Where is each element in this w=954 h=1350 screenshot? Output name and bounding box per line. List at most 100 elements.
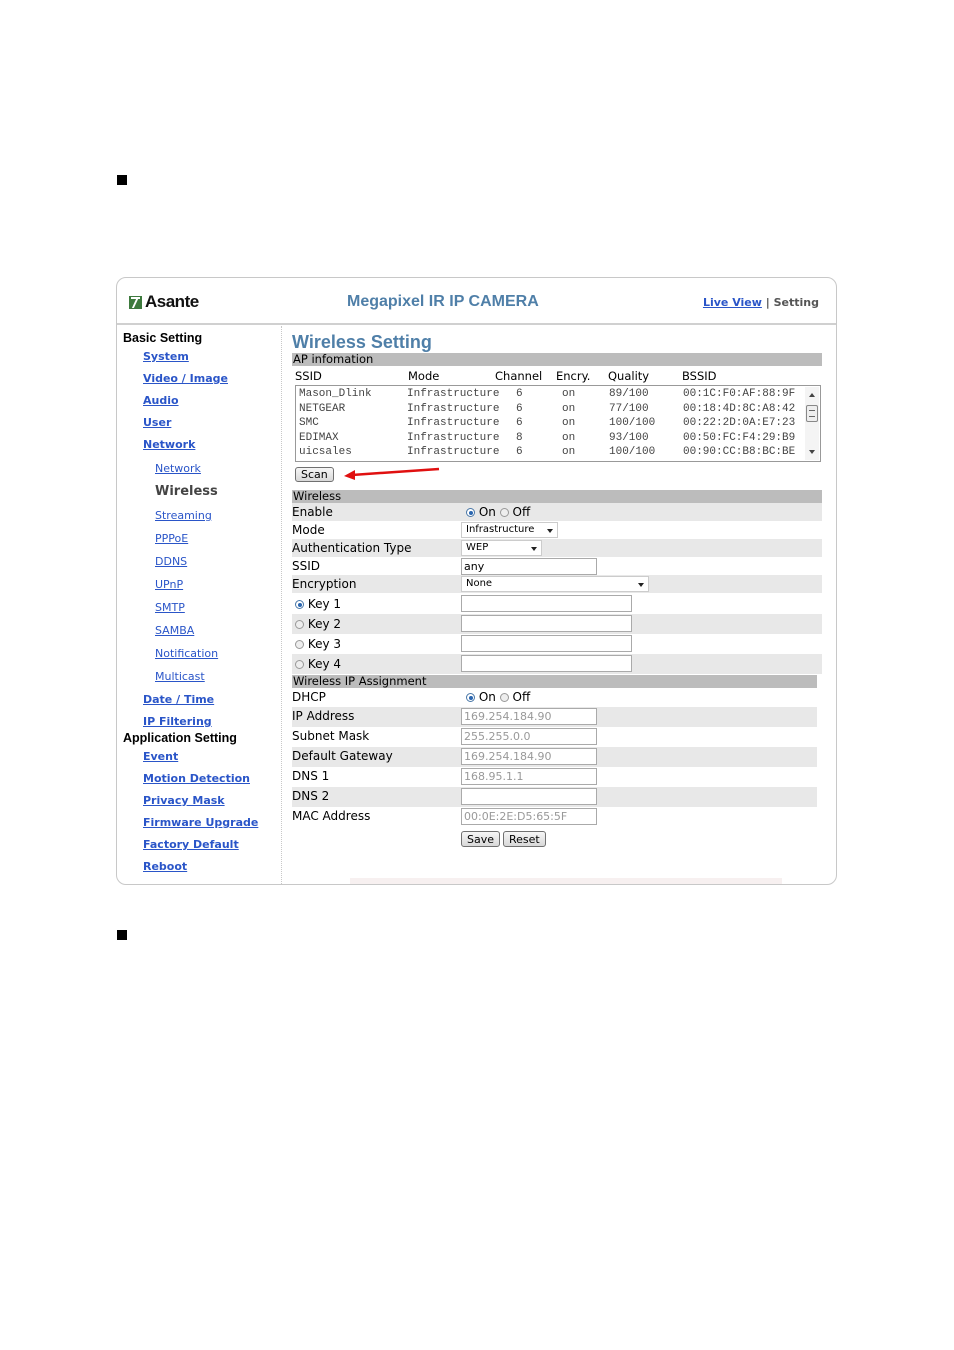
key-2-input[interactable] [461, 615, 632, 632]
sidebar-item-system[interactable]: System [143, 350, 189, 363]
scroll-thumb[interactable] [806, 405, 818, 422]
save-button[interactable]: Save [461, 831, 501, 847]
sidebar-subitem-samba[interactable]: SAMBA [155, 624, 194, 637]
sidebar-subitem-wireless-active: Wireless [155, 484, 218, 499]
key-1-radio[interactable] [295, 600, 304, 609]
key-2-option: Key 2 [295, 615, 341, 633]
key-4-radio[interactable] [295, 660, 304, 669]
ap-channel: 8 [516, 431, 523, 444]
row-dhcp: DHCP On Off [292, 688, 817, 706]
logo: Asante [129, 292, 199, 312]
dhcp-off-radio[interactable] [499, 693, 509, 702]
dhcp-label: DHCP [292, 690, 326, 704]
sidebar-heading-basic: Basic Setting [123, 331, 203, 345]
ap-encryption: on [562, 388, 576, 400]
sidebar-item-event[interactable]: Event [143, 750, 178, 763]
bullet-marker [117, 175, 127, 185]
nav-separator: | [765, 296, 770, 309]
ssid-input[interactable]: any [461, 558, 597, 575]
ap-quality: 100/100 [609, 446, 656, 458]
sidebar-item-date-time[interactable]: Date / Time [143, 693, 214, 706]
row-key-4: Key 4 [292, 654, 822, 674]
ap-bssid: 00:22:2D:0A:E7:23 [683, 417, 796, 429]
key-1-input[interactable] [461, 595, 632, 612]
section-wireless: Wireless [292, 490, 822, 503]
enable-off-radio[interactable] [499, 508, 509, 517]
col-header-ssid: SSID [295, 369, 322, 383]
col-header-mode: Mode [408, 369, 440, 383]
sidebar-subitem-smtp[interactable]: SMTP [155, 601, 185, 614]
sidebar-item-motion-detection[interactable]: Motion Detection [143, 772, 250, 785]
key-2-radio[interactable] [295, 620, 304, 629]
key-1-option: Key 1 [295, 595, 341, 613]
ap-encryption: on [562, 446, 576, 458]
sidebar-subitem-pppoe[interactable]: PPPoE [155, 532, 188, 545]
header: Asante Megapixel IR IP CAMERA Live View … [117, 278, 836, 325]
sidebar-item-video-image[interactable]: Video / Image [143, 372, 228, 385]
default-gateway-input[interactable]: 169.254.184.90 [461, 748, 597, 765]
ip-address-input[interactable]: 169.254.184.90 [461, 708, 597, 725]
enable-label: Enable [292, 505, 333, 519]
row-encryption: Encryption None [292, 575, 822, 593]
ap-ssid: EDIMAX [299, 431, 339, 444]
bullet-marker [117, 930, 127, 940]
encryption-label: Encryption [292, 577, 357, 591]
sidebar-item-reboot[interactable]: Reboot [143, 860, 187, 873]
sidebar-item-firmware-upgrade[interactable]: Firmware Upgrade [143, 816, 258, 829]
ap-list[interactable]: Mason_Dlink Infrastructure 6 on 89/100 00:1C:… [295, 385, 821, 462]
encryption-value: None [466, 578, 493, 589]
ap-mode: Infrastructure [407, 388, 500, 400]
ap-mode: Infrastructure [407, 446, 500, 458]
sidebar-item-ip-filtering[interactable]: IP Filtering [143, 715, 212, 728]
sidebar-item-audio[interactable]: Audio [143, 394, 179, 407]
logo-text: Asante [145, 292, 199, 311]
reset-button[interactable]: Reset [503, 831, 546, 847]
key-2-label: Key 2 [307, 617, 342, 631]
sidebar-item-factory-default[interactable]: Factory Default [143, 838, 239, 851]
ap-list-scrollbar[interactable] [805, 387, 819, 460]
dns-2-label: DNS 2 [292, 789, 330, 803]
sidebar-item-network[interactable]: Network [143, 438, 195, 451]
footer-bar [350, 878, 782, 884]
sidebar-subitem-streaming[interactable]: Streaming [155, 509, 212, 522]
dns-1-label: DNS 1 [292, 769, 330, 783]
key-4-input[interactable] [461, 655, 632, 672]
enable-on-label: On [478, 505, 496, 519]
dhcp-on-radio[interactable] [466, 693, 475, 702]
scroll-down-arrow-icon[interactable] [809, 450, 815, 454]
col-header-encry: Encry. [556, 369, 591, 383]
sidebar-subitem-upnp[interactable]: UPnP [155, 578, 183, 591]
sidebar-subitem-notification[interactable]: Notification [155, 647, 218, 660]
ap-encryption: on [562, 402, 576, 415]
row-subnet-mask: Subnet Mask 255.255.0.0 [292, 727, 817, 747]
ap-mode: Infrastructure [407, 402, 500, 415]
dns-1-input[interactable]: 168.95.1.1 [461, 768, 597, 785]
ap-ssid: Mason_Dlink [299, 388, 372, 400]
scroll-up-arrow-icon[interactable] [809, 393, 815, 397]
live-view-link[interactable]: Live View [703, 296, 762, 309]
dns-2-input[interactable] [461, 788, 597, 805]
encryption-select[interactable]: None [461, 576, 649, 592]
ap-quality: 77/100 [609, 402, 649, 415]
subnet-mask-input[interactable]: 255.255.0.0 [461, 728, 597, 745]
sidebar-item-user[interactable]: User [143, 416, 171, 429]
sidebar-subitem-network[interactable]: Network [155, 462, 201, 475]
section-wireless-ip-assignment: Wireless IP Assignment [292, 675, 817, 688]
row-authentication-type: Authentication Type WEP [292, 539, 822, 557]
key-3-input[interactable] [461, 635, 632, 652]
sidebar-item-privacy-mask[interactable]: Privacy Mask [143, 794, 225, 807]
enable-on-radio[interactable] [466, 508, 475, 517]
ap-channel: 6 [516, 388, 523, 400]
row-key-1: Key 1 [292, 594, 822, 614]
mac-address-input: 00:0E:2E:D5:65:5F [461, 808, 597, 825]
key-3-radio[interactable] [295, 640, 304, 649]
scan-button[interactable]: Scan [295, 467, 334, 482]
sidebar-subitem-ddns[interactable]: DDNS [155, 555, 187, 568]
mode-select[interactable]: Infrastructure [461, 522, 558, 538]
authentication-type-label: Authentication Type [292, 541, 412, 555]
sidebar-subitem-multicast[interactable]: Multicast [155, 670, 205, 683]
authentication-type-select[interactable]: WEP [461, 540, 542, 556]
key-4-option: Key 4 [295, 655, 341, 673]
top-nav: Live View | Setting [703, 296, 819, 309]
ap-quality: 89/100 [609, 388, 649, 400]
